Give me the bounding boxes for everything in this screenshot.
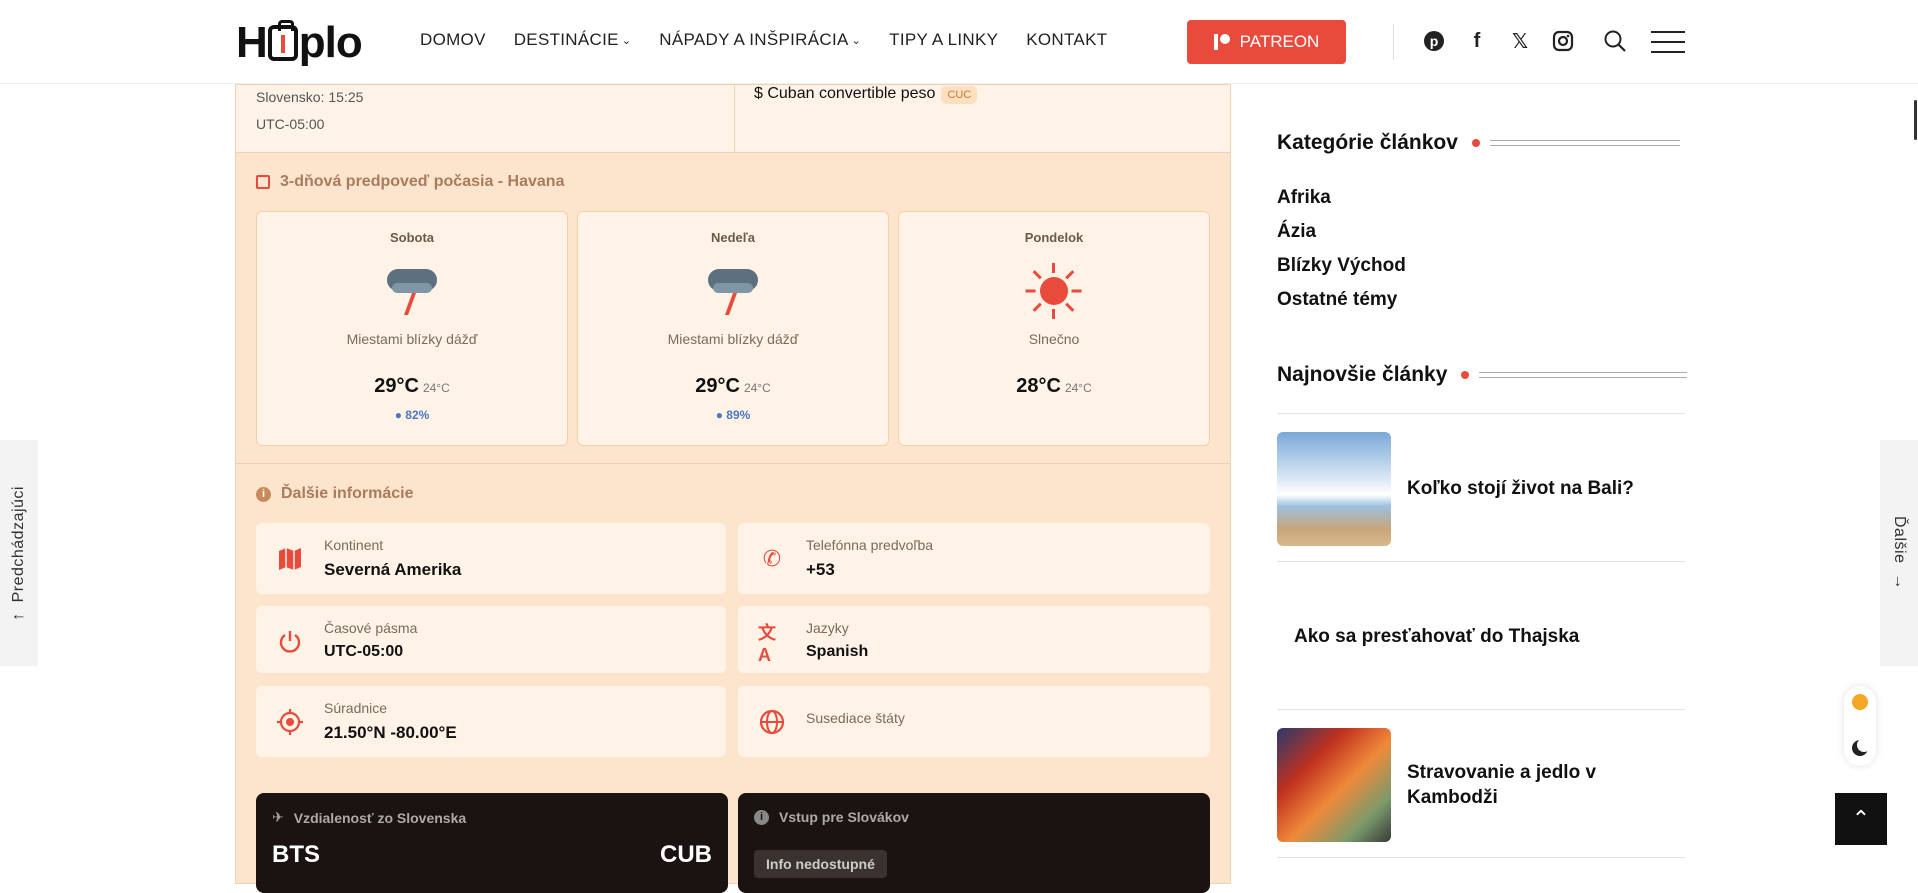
forecast-title: 3-dňová predpoveď počasia - Havana xyxy=(256,173,564,191)
nav-item-napady[interactable]: NÁPADY A INŠPIRÁCIA ⌄ xyxy=(659,30,861,50)
slovakia-time: Slovensko: 15:25 xyxy=(256,89,364,105)
post-thumbnail[interactable] xyxy=(1277,432,1391,546)
scrollbar-thumb[interactable] xyxy=(1914,100,1917,140)
facebook-icon[interactable]: f xyxy=(1464,28,1490,54)
utc-offset: UTC-05:00 xyxy=(256,116,325,132)
chevron-down-icon: ⌄ xyxy=(851,34,862,47)
site-logo[interactable]: Hplo xyxy=(236,18,363,68)
site-header: Hplo DOMOV DESTINÁCIE ⌄ NÁPADY A INŠPIRÁC… xyxy=(0,0,1918,84)
time-currency-row: Slovensko: 15:25 UTC-05:00 $ Cuban conve… xyxy=(236,85,1230,153)
list-item[interactable]: Ako sa presťahovať do Thajska xyxy=(1277,562,1685,710)
category-link[interactable]: Ostatné témy xyxy=(1277,289,1397,311)
destination-info-card: Slovensko: 15:25 UTC-05:00 $ Cuban conve… xyxy=(235,84,1231,893)
patreon-icon xyxy=(1213,34,1230,50)
nav-item-destinacie[interactable]: DESTINÁCIE ⌄ xyxy=(514,30,632,50)
categories-title: Kategórie článkov xyxy=(1277,131,1680,155)
latest-posts-title: Najnovšie články xyxy=(1277,363,1688,387)
chevron-up-icon: ⌃ xyxy=(1851,806,1871,831)
entry-card: i Vstup pre Slovákov Info nedostupné xyxy=(738,793,1210,893)
info-phone-code: ✆ Telefónna predvoľba +53 xyxy=(738,523,1210,594)
plane-icon: ✈ xyxy=(272,809,284,825)
x-twitter-icon[interactable]: 𝕏 xyxy=(1507,28,1533,54)
instagram-icon[interactable] xyxy=(1550,28,1576,54)
translate-icon: 文A xyxy=(758,622,776,665)
humidity: ● 82% xyxy=(394,408,430,422)
info-timezones: Časové pásma UTC-05:00 xyxy=(256,606,726,673)
forecast-day-card: Nedeľa Miestami blízky dážď 29°C 24°C ● 8… xyxy=(577,211,889,446)
back-to-top-button[interactable]: ⌃ xyxy=(1835,793,1887,845)
nav-item-domov[interactable]: DOMOV xyxy=(420,30,486,50)
next-post-tab[interactable]: Ďalšie → xyxy=(1880,440,1918,666)
svg-text:p: p xyxy=(1430,33,1439,49)
menu-hamburger-icon[interactable] xyxy=(1651,31,1685,53)
pinterest-icon[interactable]: p xyxy=(1421,28,1447,54)
forecast-day-card: Pondelok Slnečno 28°C 24°C xyxy=(898,211,1210,446)
info-icon: i xyxy=(754,809,769,825)
sun-icon xyxy=(1025,263,1082,319)
patreon-button[interactable]: PATREON xyxy=(1187,20,1346,64)
info-neighbors: Susediace štáty xyxy=(738,686,1210,757)
nav-item-kontakt[interactable]: KONTAKT xyxy=(1026,30,1107,50)
map-icon xyxy=(276,545,304,573)
prev-post-tab[interactable]: ↑ Predchádzajúci xyxy=(0,440,38,666)
info-icon: i xyxy=(256,486,271,502)
category-link[interactable]: Ázia xyxy=(1277,221,1316,243)
main-nav: DOMOV DESTINÁCIE ⌄ NÁPADY A INŠPIRÁCIA ⌄ T… xyxy=(420,30,1135,50)
info-continent: Kontinent Severná Amerika xyxy=(256,523,726,594)
distance-card: ✈ Vzdialenosť zo Slovenska BTS CUB xyxy=(256,793,728,893)
target-icon xyxy=(276,708,304,736)
more-info-title: i Ďalšie informácie xyxy=(256,485,414,503)
currency-code-badge: CUC xyxy=(941,86,978,104)
info-languages: 文A Jazyky Spanish xyxy=(738,606,1210,673)
category-link[interactable]: Blízky Východ xyxy=(1277,255,1406,277)
humidity: ● 89% xyxy=(715,408,751,422)
theme-toggle[interactable] xyxy=(1844,686,1876,766)
calendar-icon xyxy=(256,175,270,189)
post-thumbnail[interactable] xyxy=(1277,728,1391,842)
moon-icon[interactable] xyxy=(1852,738,1871,756)
nav-item-tipy[interactable]: TIPY A LINKY xyxy=(889,30,998,50)
search-icon[interactable] xyxy=(1602,28,1628,54)
header-divider xyxy=(1393,24,1394,60)
list-item[interactable]: Koľko stojí život na Bali? xyxy=(1277,414,1685,562)
sun-icon[interactable] xyxy=(1852,694,1868,710)
category-link[interactable]: Afrika xyxy=(1277,187,1331,209)
backpack-icon xyxy=(267,20,298,61)
thunder-cloud-icon xyxy=(705,263,761,319)
chevron-down-icon: ⌄ xyxy=(621,34,632,47)
list-item[interactable]: Stravovanie a jedlo v Kambodži xyxy=(1277,710,1685,858)
entry-status-badge: Info nedostupné xyxy=(754,850,887,878)
forecast-day-card: Sobota Miestami blízky dážď 29°C 24°C ● 8… xyxy=(256,211,568,446)
distance-to: CUB xyxy=(660,841,712,868)
power-icon xyxy=(276,628,304,656)
info-coordinates: Súradnice 21.50°N -80.00°E xyxy=(256,686,726,757)
phone-icon: ✆ xyxy=(762,546,782,571)
distance-from: BTS xyxy=(272,841,320,868)
globe-icon xyxy=(758,708,786,736)
thunder-cloud-icon xyxy=(384,263,440,319)
currency-info: $ Cuban convertible peso CUC xyxy=(754,85,978,104)
